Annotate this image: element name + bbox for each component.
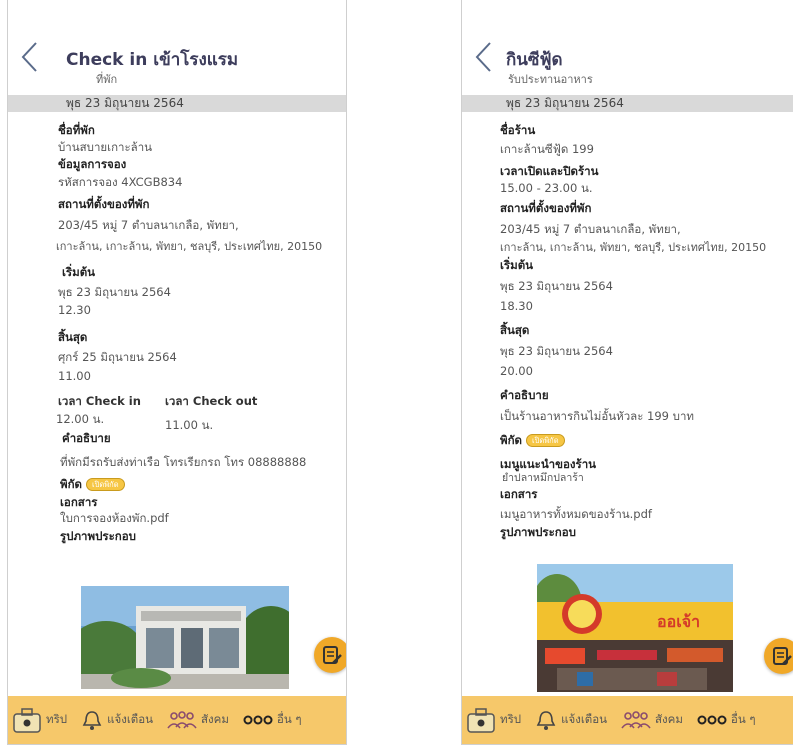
nav-notify-label: แจ้งเตือน: [107, 712, 153, 726]
end-label: สิ้นสุด: [500, 323, 530, 337]
doc-link[interactable]: เมนูอาหารทั้งหมดของร้าน.pdf: [500, 506, 652, 523]
people-icon: [621, 711, 651, 729]
page-subtitle: ที่พัก: [96, 73, 118, 86]
nav-social-label: สังคม: [655, 712, 683, 726]
menu-value: ยำปลาหมึกปลาร้า: [502, 472, 584, 484]
coord-row: พิกัด เปิดพิกัด: [60, 476, 125, 493]
nav-trip-label: ทริป: [500, 712, 522, 726]
edit-note-button[interactable]: [314, 637, 346, 673]
page-subtitle: รับประทานอาหาร: [508, 73, 593, 86]
start-label: เริ่มต้น: [62, 265, 96, 279]
people-icon: [167, 711, 197, 729]
name-label: ชื่อร้าน: [500, 123, 536, 137]
checkin-screen: Check in เข้าโรงแรม ที่พัก พุธ 23 มิถุนา…: [7, 0, 347, 745]
booking-label: ข้อมูลการจอง: [58, 157, 127, 171]
hours-label: เวลาเปิดและปิดร้าน: [500, 164, 599, 178]
nav-social-label: สังคม: [201, 712, 229, 726]
name-value: เกาะล้านซีฟู้ด 199: [500, 142, 594, 156]
hours-value: 15.00 - 23.00 น.: [500, 181, 593, 195]
nav-social[interactable]: สังคม: [621, 710, 683, 730]
luggage-icon: [13, 708, 41, 733]
end-label: สิ้นสุด: [58, 330, 88, 344]
start-date: พุธ 23 มิถุนายน 2564: [58, 285, 171, 299]
nav-social[interactable]: สังคม: [167, 710, 229, 730]
start-time: 18.30: [500, 299, 533, 313]
desc-value: ที่พักมีรถรับส่งท่าเรือ โทรเรียกรถ โทร 0…: [60, 455, 307, 469]
start-time: 12.30: [58, 303, 91, 317]
booking-value: รหัสการจอง 4XCGB834: [58, 175, 183, 189]
start-label: เริ่มต้น: [500, 258, 534, 272]
date-text: พุธ 23 มิถุนายน 2564: [66, 96, 184, 110]
nav-trip-label: ทริป: [46, 712, 68, 726]
address-line2: เกาะล้าน, เกาะล้าน, พัทยา, ชลบุรี, ประเท…: [500, 241, 767, 254]
edit-note-icon: [773, 647, 792, 665]
checkin-label: เวลา Check in: [58, 394, 141, 408]
coord-row: พิกัด เปิดพิกัด: [500, 432, 565, 449]
doc-label: เอกสาร: [60, 495, 98, 509]
coord-label: พิกัด: [60, 477, 83, 491]
photo-label: รูปภาพประกอบ: [60, 529, 136, 543]
edit-note-button[interactable]: [764, 638, 793, 674]
checkout-label: เวลา Check out: [165, 394, 258, 408]
doc-label: เอกสาร: [500, 487, 538, 501]
luggage-icon: [467, 708, 495, 733]
date-text: พุธ 23 มิถุนายน 2564: [506, 96, 624, 110]
edit-note-icon: [323, 646, 342, 664]
address-line1: 203/45 หมู่ 7 ตำบลนาเกลือ, พัทยา,: [58, 218, 239, 232]
desc-label: คำอธิบาย: [62, 431, 111, 445]
date-bar: พุธ 23 มิถุนายน 2564: [8, 95, 346, 112]
checkin-value: 12.00 น.: [56, 412, 105, 426]
address-line1: 203/45 หมู่ 7 ตำบลนาเกลือ, พัทยา,: [500, 222, 681, 236]
end-date: ศุกร์ 25 มิถุนายน 2564: [58, 350, 177, 364]
address-label: สถานที่ตั้งของที่พัก: [500, 201, 592, 215]
bottom-nav: ทริป แจ้งเตือน สังคม อื่น ๆ: [8, 696, 346, 744]
address-line2: เกาะล้าน, เกาะล้าน, พัทยา, ชลบุรี, ประเท…: [56, 240, 323, 253]
page-title: Check in เข้าโรงแรม: [66, 50, 239, 70]
open-location-button[interactable]: เปิดพิกัด: [86, 478, 125, 491]
nav-more[interactable]: อื่น ๆ: [243, 711, 302, 729]
restaurant-photo: ออเจ้า: [537, 564, 733, 692]
nav-more-label: อื่น ๆ: [276, 712, 302, 726]
more-dots-icon: [697, 715, 727, 725]
desc-label: คำอธิบาย: [500, 388, 549, 402]
page-title: กินซีฟู้ด: [506, 50, 563, 70]
doc-link[interactable]: ใบการจองห้องพัก.pdf: [60, 510, 169, 527]
name-label: ชื่อที่พัก: [58, 123, 95, 137]
seafood-screen: กินซีฟู้ด รับประทานอาหาร พุธ 23 มิถุนายน…: [461, 0, 793, 745]
photo-label: รูปภาพประกอบ: [500, 525, 576, 539]
date-bar: พุธ 23 มิถุนายน 2564: [462, 95, 793, 112]
checkout-value: 11.00 น.: [165, 418, 214, 432]
start-date: พุธ 23 มิถุนายน 2564: [500, 279, 613, 293]
end-time: 11.00: [58, 369, 91, 383]
end-time: 20.00: [500, 364, 533, 378]
name-value: บ้านสบายเกาะล้าน: [58, 140, 153, 154]
nav-trip[interactable]: ทริป: [466, 706, 521, 734]
coord-label: พิกัด: [500, 433, 523, 447]
bottom-nav: ทริป แจ้งเตือน สังคม อื่น ๆ: [462, 696, 793, 744]
hotel-photo: [81, 586, 289, 689]
end-date: พุธ 23 มิถุนายน 2564: [500, 344, 613, 358]
back-arrow-icon[interactable]: [18, 40, 42, 74]
more-dots-icon: [243, 715, 273, 725]
back-arrow-icon[interactable]: [472, 40, 496, 74]
nav-notify[interactable]: แจ้งเตือน: [535, 709, 607, 731]
nav-more-label: อื่น ๆ: [730, 712, 756, 726]
address-label: สถานที่ตั้งของที่พัก: [58, 197, 150, 211]
nav-trip[interactable]: ทริป: [12, 706, 67, 734]
bell-icon: [82, 711, 102, 730]
shop-sign-text: ออเจ้า: [657, 612, 700, 631]
open-location-button[interactable]: เปิดพิกัด: [526, 434, 565, 447]
nav-more[interactable]: อื่น ๆ: [697, 711, 756, 729]
desc-value: เป็นร้านอาหารกินไม่อั้นหัวละ 199 บาท: [500, 409, 694, 423]
bell-icon: [536, 711, 556, 730]
nav-notify-label: แจ้งเตือน: [561, 712, 607, 726]
nav-notify[interactable]: แจ้งเตือน: [81, 709, 153, 731]
